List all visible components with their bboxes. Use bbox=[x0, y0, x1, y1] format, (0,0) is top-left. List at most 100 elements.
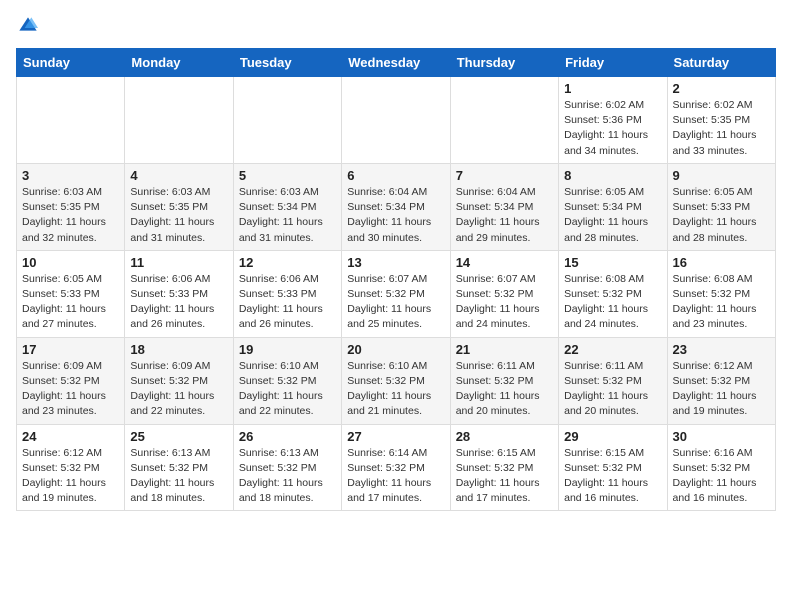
calendar-cell: 26Sunrise: 6:13 AM Sunset: 5:32 PM Dayli… bbox=[233, 424, 341, 511]
logo-icon bbox=[18, 16, 38, 36]
calendar-week-row: 24 Sunrise: 6:12 AM Sunset: 5:32 PM Dayli… bbox=[17, 424, 776, 511]
day-number: 20 bbox=[347, 342, 444, 357]
day-detail: Sunrise: 6:12 AM Sunset: 5:32 PM Dayligh… bbox=[22, 446, 119, 507]
calendar-cell: 11 Sunrise: 6:06 AM Sunset: 5:33 PM Dayli… bbox=[125, 250, 233, 337]
day-detail: Sunrise: 6:05 AM Sunset: 5:33 PM Dayligh… bbox=[22, 272, 119, 333]
day-detail: Sunrise: 6:06 AM Sunset: 5:33 PM Dayligh… bbox=[130, 272, 227, 333]
day-detail: Sunrise: 6:03 AM Sunset: 5:34 PM Dayligh… bbox=[239, 185, 336, 246]
calendar-cell: 10 Sunrise: 6:05 AM Sunset: 5:33 PM Dayli… bbox=[17, 250, 125, 337]
day-number: 5 bbox=[239, 168, 336, 183]
day-detail: Sunrise: 6:05 AM Sunset: 5:34 PM Dayligh… bbox=[564, 185, 661, 246]
calendar-week-row: 1 Sunrise: 6:02 AM Sunset: 5:36 PM Daylig… bbox=[17, 77, 776, 164]
day-of-week-header: Saturday bbox=[667, 49, 775, 77]
day-number: 13 bbox=[347, 255, 444, 270]
day-number: 12 bbox=[239, 255, 336, 270]
calendar-cell: 21 Sunrise: 6:11 AM Sunset: 5:32 PM Dayli… bbox=[450, 337, 558, 424]
day-number: 16 bbox=[673, 255, 770, 270]
calendar-cell: 15 Sunrise: 6:08 AM Sunset: 5:32 PM Dayli… bbox=[559, 250, 667, 337]
day-detail: Sunrise: 6:09 AM Sunset: 5:32 PM Dayligh… bbox=[130, 359, 227, 420]
day-number: 23 bbox=[673, 342, 770, 357]
calendar-cell: 22 Sunrise: 6:11 AM Sunset: 5:32 PM Dayli… bbox=[559, 337, 667, 424]
day-detail: Sunrise: 6:11 AM Sunset: 5:32 PM Dayligh… bbox=[564, 359, 661, 420]
day-number: 11 bbox=[130, 255, 227, 270]
day-number: 19 bbox=[239, 342, 336, 357]
day-number: 27 bbox=[347, 429, 444, 444]
calendar-cell: 24 Sunrise: 6:12 AM Sunset: 5:32 PM Dayli… bbox=[17, 424, 125, 511]
calendar-cell: 2Sunrise: 6:02 AM Sunset: 5:35 PM Daylig… bbox=[667, 77, 775, 164]
day-number: 14 bbox=[456, 255, 553, 270]
calendar-cell: 28 Sunrise: 6:15 AM Sunset: 5:32 PM Dayli… bbox=[450, 424, 558, 511]
day-number: 22 bbox=[564, 342, 661, 357]
day-number: 4 bbox=[130, 168, 227, 183]
page-header bbox=[16, 16, 776, 36]
calendar-header-row: SundayMondayTuesdayWednesdayThursdayFrid… bbox=[17, 49, 776, 77]
day-of-week-header: Tuesday bbox=[233, 49, 341, 77]
calendar-cell: 8 Sunrise: 6:05 AM Sunset: 5:34 PM Daylig… bbox=[559, 163, 667, 250]
day-of-week-header: Sunday bbox=[17, 49, 125, 77]
calendar-cell: 13 Sunrise: 6:07 AM Sunset: 5:32 PM Dayli… bbox=[342, 250, 450, 337]
calendar-cell: 12 Sunrise: 6:06 AM Sunset: 5:33 PM Dayli… bbox=[233, 250, 341, 337]
calendar-week-row: 10 Sunrise: 6:05 AM Sunset: 5:33 PM Dayli… bbox=[17, 250, 776, 337]
calendar-cell: 19 Sunrise: 6:10 AM Sunset: 5:32 PM Dayli… bbox=[233, 337, 341, 424]
day-detail: Sunrise: 6:10 AM Sunset: 5:32 PM Dayligh… bbox=[347, 359, 444, 420]
day-number: 18 bbox=[130, 342, 227, 357]
day-number: 30 bbox=[673, 429, 770, 444]
day-detail: Sunrise: 6:08 AM Sunset: 5:32 PM Dayligh… bbox=[564, 272, 661, 333]
day-number: 29 bbox=[564, 429, 661, 444]
logo bbox=[16, 16, 38, 36]
day-detail: Sunrise: 6:15 AM Sunset: 5:32 PM Dayligh… bbox=[564, 446, 661, 507]
day-detail: Sunrise: 6:10 AM Sunset: 5:32 PM Dayligh… bbox=[239, 359, 336, 420]
day-detail: Sunrise: 6:16 AM Sunset: 5:32 PM Dayligh… bbox=[673, 446, 770, 507]
day-number: 1 bbox=[564, 81, 661, 96]
calendar-cell bbox=[450, 77, 558, 164]
day-number: 25 bbox=[130, 429, 227, 444]
calendar-cell: 23 Sunrise: 6:12 AM Sunset: 5:32 PM Dayli… bbox=[667, 337, 775, 424]
calendar-cell bbox=[125, 77, 233, 164]
day-detail: Sunrise: 6:09 AM Sunset: 5:32 PM Dayligh… bbox=[22, 359, 119, 420]
day-detail: Sunrise: 6:06 AM Sunset: 5:33 PM Dayligh… bbox=[239, 272, 336, 333]
day-number: 7 bbox=[456, 168, 553, 183]
day-detail: Sunrise: 6:04 AM Sunset: 5:34 PM Dayligh… bbox=[347, 185, 444, 246]
calendar-cell: 1 Sunrise: 6:02 AM Sunset: 5:36 PM Daylig… bbox=[559, 77, 667, 164]
day-number: 24 bbox=[22, 429, 119, 444]
calendar-cell: 30 Sunrise: 6:16 AM Sunset: 5:32 PM Dayli… bbox=[667, 424, 775, 511]
calendar-table: SundayMondayTuesdayWednesdayThursdayFrid… bbox=[16, 48, 776, 511]
day-detail: Sunrise: 6:15 AM Sunset: 5:32 PM Dayligh… bbox=[456, 446, 553, 507]
day-number: 10 bbox=[22, 255, 119, 270]
day-number: 28 bbox=[456, 429, 553, 444]
day-of-week-header: Wednesday bbox=[342, 49, 450, 77]
calendar-cell bbox=[233, 77, 341, 164]
day-detail: Sunrise: 6:11 AM Sunset: 5:32 PM Dayligh… bbox=[456, 359, 553, 420]
calendar-week-row: 3 Sunrise: 6:03 AM Sunset: 5:35 PM Daylig… bbox=[17, 163, 776, 250]
calendar-cell: 9Sunrise: 6:05 AM Sunset: 5:33 PM Daylig… bbox=[667, 163, 775, 250]
day-number: 17 bbox=[22, 342, 119, 357]
calendar-cell: 25 Sunrise: 6:13 AM Sunset: 5:32 PM Dayli… bbox=[125, 424, 233, 511]
calendar-cell: 27 Sunrise: 6:14 AM Sunset: 5:32 PM Dayli… bbox=[342, 424, 450, 511]
calendar-cell: 29 Sunrise: 6:15 AM Sunset: 5:32 PM Dayli… bbox=[559, 424, 667, 511]
day-number: 9 bbox=[673, 168, 770, 183]
day-number: 2 bbox=[673, 81, 770, 96]
day-number: 8 bbox=[564, 168, 661, 183]
day-detail: Sunrise: 6:07 AM Sunset: 5:32 PM Dayligh… bbox=[347, 272, 444, 333]
day-of-week-header: Friday bbox=[559, 49, 667, 77]
calendar-cell: 14 Sunrise: 6:07 AM Sunset: 5:32 PM Dayli… bbox=[450, 250, 558, 337]
day-detail: Sunrise: 6:13 AM Sunset: 5:32 PM Dayligh… bbox=[130, 446, 227, 507]
day-detail: Sunrise: 6:03 AM Sunset: 5:35 PM Dayligh… bbox=[22, 185, 119, 246]
day-number: 15 bbox=[564, 255, 661, 270]
day-detail: Sunrise: 6:04 AM Sunset: 5:34 PM Dayligh… bbox=[456, 185, 553, 246]
calendar-cell: 3 Sunrise: 6:03 AM Sunset: 5:35 PM Daylig… bbox=[17, 163, 125, 250]
calendar-cell: 5 Sunrise: 6:03 AM Sunset: 5:34 PM Daylig… bbox=[233, 163, 341, 250]
calendar-cell: 17 Sunrise: 6:09 AM Sunset: 5:32 PM Dayli… bbox=[17, 337, 125, 424]
calendar-cell bbox=[342, 77, 450, 164]
day-detail: Sunrise: 6:13 AM Sunset: 5:32 PM Dayligh… bbox=[239, 446, 336, 507]
day-number: 3 bbox=[22, 168, 119, 183]
day-detail: Sunrise: 6:08 AM Sunset: 5:32 PM Dayligh… bbox=[673, 272, 770, 333]
day-number: 21 bbox=[456, 342, 553, 357]
day-detail: Sunrise: 6:03 AM Sunset: 5:35 PM Dayligh… bbox=[130, 185, 227, 246]
calendar-cell bbox=[17, 77, 125, 164]
day-detail: Sunrise: 6:12 AM Sunset: 5:32 PM Dayligh… bbox=[673, 359, 770, 420]
day-detail: Sunrise: 6:02 AM Sunset: 5:36 PM Dayligh… bbox=[564, 98, 661, 159]
calendar-cell: 6Sunrise: 6:04 AM Sunset: 5:34 PM Daylig… bbox=[342, 163, 450, 250]
day-detail: Sunrise: 6:07 AM Sunset: 5:32 PM Dayligh… bbox=[456, 272, 553, 333]
day-detail: Sunrise: 6:14 AM Sunset: 5:32 PM Dayligh… bbox=[347, 446, 444, 507]
